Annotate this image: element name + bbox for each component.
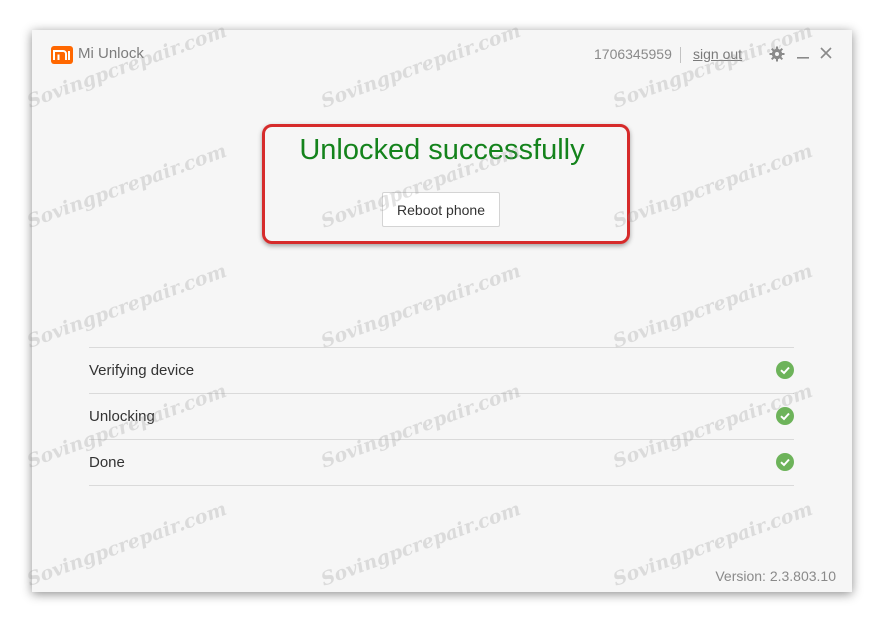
account-id: 1706345959: [594, 46, 672, 62]
gear-icon[interactable]: [769, 46, 785, 62]
title-bar[interactable]: Mi Unlock 1706345959 sign out: [32, 30, 852, 78]
version-label: Version: 2.3.803.10: [715, 568, 836, 584]
step-done: Done: [89, 440, 794, 486]
unlock-success-message: Unlocked successfully: [299, 134, 585, 166]
header-divider: [680, 47, 681, 63]
sign-out-link[interactable]: sign out: [693, 46, 742, 62]
check-icon: [776, 407, 794, 425]
step-label: Done: [89, 454, 125, 471]
mi-unlock-window: Mi Unlock 1706345959 sign out Unlocked s…: [32, 30, 852, 592]
step-verifying-device: Verifying device: [89, 348, 794, 394]
progress-steps-list: Verifying device Unlocking Done: [89, 347, 794, 486]
app-title: Mi Unlock: [78, 45, 144, 62]
step-label: Verifying device: [89, 362, 195, 379]
check-icon: [776, 453, 794, 471]
step-label: Unlocking: [89, 408, 155, 425]
check-icon: [776, 361, 794, 379]
close-icon[interactable]: [819, 45, 833, 61]
reboot-phone-button[interactable]: Reboot phone: [382, 192, 500, 227]
step-unlocking: Unlocking: [89, 394, 794, 440]
mi-logo-icon: [51, 46, 73, 64]
minimize-icon[interactable]: [796, 46, 810, 62]
